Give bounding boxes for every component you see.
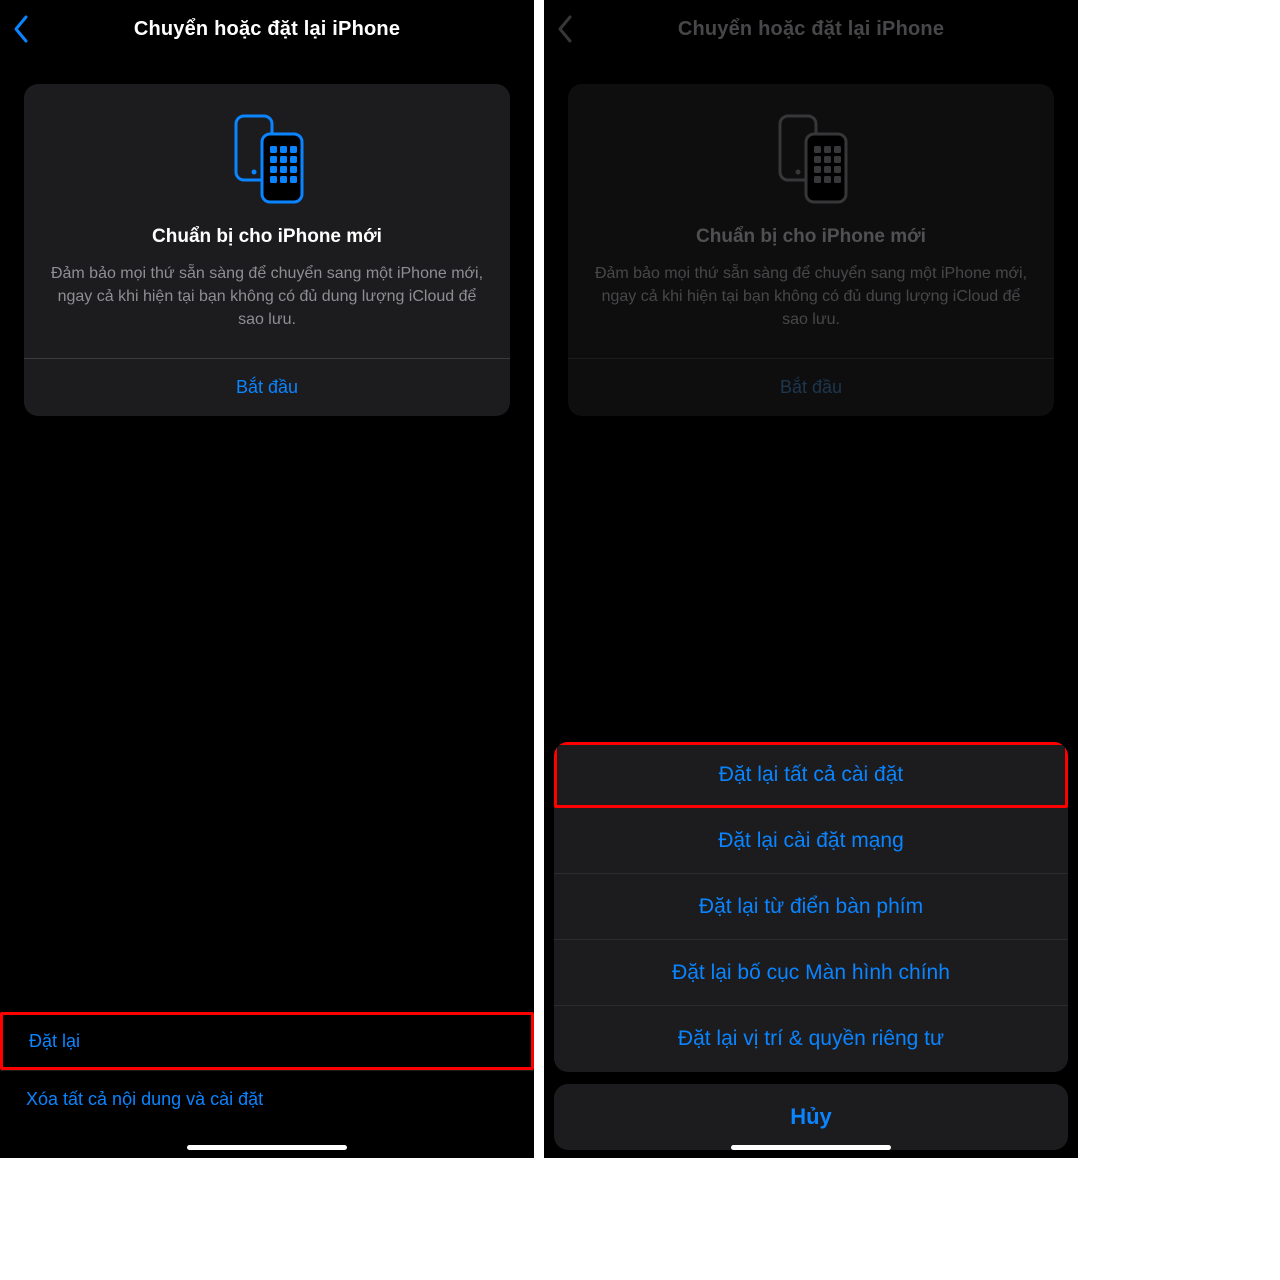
reset-location-privacy-button[interactable]: Đặt lại vị trí & quyền riêng tư [554,1006,1068,1072]
transfer-devices-icon [590,110,1032,206]
get-started-button[interactable]: Bắt đầu [46,359,488,416]
reset-location-privacy-label: Đặt lại vị trí & quyền riêng tư [678,1027,944,1051]
card-body: Đảm bảo mọi thứ sẵn sàng để chuyển sang … [590,262,1032,332]
transfer-devices-icon [46,110,488,206]
get-started-button[interactable]: Bắt đầu [590,359,1032,416]
reset-all-settings-button[interactable]: Đặt lại tất cả cài đặt [554,742,1068,808]
phone-screen-left: Chuyển hoặc đặt lại iPhone [0,0,534,1158]
nav-bar: Chuyển hoặc đặt lại iPhone [0,0,534,58]
bottom-list: Đặt lại Xóa tất cả nội dung và cài đặt [0,1012,534,1128]
card-body: Đảm bảo mọi thứ sẵn sàng để chuyển sang … [46,262,488,332]
page-title: Chuyển hoặc đặt lại iPhone [678,18,944,41]
home-indicator[interactable] [187,1145,347,1150]
erase-all-button[interactable]: Xóa tất cả nội dung và cài đặt [0,1070,534,1128]
action-sheet-cancel-group: Hủy [554,1084,1068,1150]
card-heading: Chuẩn bị cho iPhone mới [46,226,488,248]
back-icon[interactable] [556,14,574,44]
phone-screen-right: Chuyển hoặc đặt lại iPhone [544,0,1078,1158]
nav-bar: Chuyển hoặc đặt lại iPhone [544,0,1078,58]
reset-button-label: Đặt lại [29,1031,80,1052]
reset-button[interactable]: Đặt lại [0,1012,534,1070]
reset-home-screen-layout-label: Đặt lại bố cục Màn hình chính [672,961,950,985]
reset-keyboard-dictionary-button[interactable]: Đặt lại từ điển bàn phím [554,874,1068,940]
back-icon[interactable] [12,14,30,44]
card-heading: Chuẩn bị cho iPhone mới [590,226,1032,248]
reset-action-sheet: Đặt lại tất cả cài đặt Đặt lại cài đặt m… [554,742,1068,1150]
cancel-button[interactable]: Hủy [554,1084,1068,1150]
reset-network-settings-button[interactable]: Đặt lại cài đặt mạng [554,808,1068,874]
reset-keyboard-dictionary-label: Đặt lại từ điển bàn phím [699,895,923,919]
home-indicator[interactable] [731,1145,891,1150]
prepare-card: Chuẩn bị cho iPhone mới Đảm bảo mọi thứ … [24,84,510,416]
reset-network-settings-label: Đặt lại cài đặt mạng [718,829,904,853]
divider [568,358,1054,359]
erase-all-button-label: Xóa tất cả nội dung và cài đặt [26,1089,263,1110]
page-title: Chuyển hoặc đặt lại iPhone [134,18,400,41]
action-sheet-group: Đặt lại tất cả cài đặt Đặt lại cài đặt m… [554,742,1068,1072]
reset-home-screen-layout-button[interactable]: Đặt lại bố cục Màn hình chính [554,940,1068,1006]
reset-all-settings-label: Đặt lại tất cả cài đặt [719,763,903,787]
cancel-button-label: Hủy [790,1104,832,1130]
prepare-card: Chuẩn bị cho iPhone mới Đảm bảo mọi thứ … [568,84,1054,416]
